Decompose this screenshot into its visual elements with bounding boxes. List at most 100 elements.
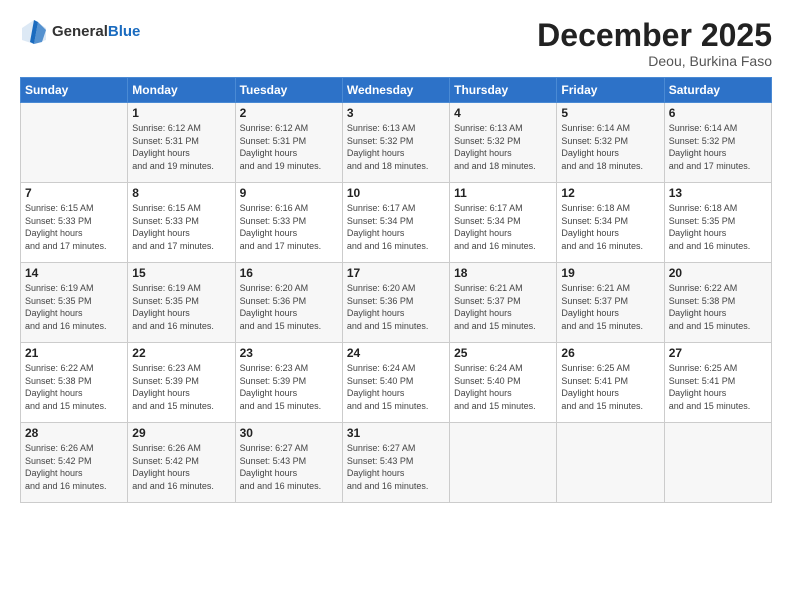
col-thursday: Thursday [450, 78, 557, 103]
calendar-cell: 16 Sunrise: 6:20 AMSunset: 5:36 PMDayligh… [235, 263, 342, 343]
day-number: 29 [132, 426, 230, 440]
calendar-cell: 13 Sunrise: 6:18 AMSunset: 5:35 PMDayligh… [664, 183, 771, 263]
day-number: 31 [347, 426, 445, 440]
day-number: 27 [669, 346, 767, 360]
col-sunday: Sunday [21, 78, 128, 103]
day-info: Sunrise: 6:25 AMSunset: 5:41 PMDaylight … [669, 362, 767, 412]
day-number: 16 [240, 266, 338, 280]
calendar-cell: 23Sunrise: 6:23 AMSunset: 5:39 PMDayligh… [235, 343, 342, 423]
day-number: 24 [347, 346, 445, 360]
day-info: Sunrise: 6:21 AMSunset: 5:37 PMDaylight … [561, 282, 659, 332]
day-number: 15 [132, 266, 230, 280]
day-info: Sunrise: 6:24 AMSunset: 5:40 PMDaylight … [347, 362, 445, 412]
calendar-cell: 18 Sunrise: 6:21 AMSunset: 5:37 PMDayligh… [450, 263, 557, 343]
day-info: Sunrise: 6:19 AMSunset: 5:35 PMDaylight … [25, 282, 123, 332]
day-number: 8 [132, 186, 230, 200]
calendar-week-5: 28 Sunrise: 6:26 AMSunset: 5:42 PMDayligh… [21, 423, 772, 503]
day-info: Sunrise: 6:14 AMSunset: 5:32 PMDaylight … [669, 122, 767, 172]
logo-blue: Blue [108, 23, 141, 40]
day-number: 18 [454, 266, 552, 280]
calendar-cell: 17Sunrise: 6:20 AMSunset: 5:36 PMDayligh… [342, 263, 449, 343]
calendar-cell: 19Sunrise: 6:21 AMSunset: 5:37 PMDayligh… [557, 263, 664, 343]
day-info: Sunrise: 6:22 AMSunset: 5:38 PMDaylight … [25, 362, 123, 412]
day-info: Sunrise: 6:23 AMSunset: 5:39 PMDaylight … [132, 362, 230, 412]
calendar-cell: 28 Sunrise: 6:26 AMSunset: 5:42 PMDayligh… [21, 423, 128, 503]
calendar-week-3: 14 Sunrise: 6:19 AMSunset: 5:35 PMDayligh… [21, 263, 772, 343]
day-number: 23 [240, 346, 338, 360]
day-number: 4 [454, 106, 552, 120]
day-info: Sunrise: 6:14 AMSunset: 5:32 PMDaylight … [561, 122, 659, 172]
header-row: Sunday Monday Tuesday Wednesday Thursday… [21, 78, 772, 103]
calendar-cell: 11 Sunrise: 6:17 AMSunset: 5:34 PMDayligh… [450, 183, 557, 263]
calendar-cell: 22 Sunrise: 6:23 AMSunset: 5:39 PMDayligh… [128, 343, 235, 423]
calendar-body: 1 Sunrise: 6:12 AMSunset: 5:31 PMDaylight… [21, 103, 772, 503]
col-saturday: Saturday [664, 78, 771, 103]
day-number: 20 [669, 266, 767, 280]
calendar-cell: 3Sunrise: 6:13 AMSunset: 5:32 PMDaylight… [342, 103, 449, 183]
day-info: Sunrise: 6:17 AMSunset: 5:34 PMDaylight … [347, 202, 445, 252]
logo-text: GeneralBlue [52, 23, 140, 40]
day-number: 25 [454, 346, 552, 360]
calendar-cell: 2 Sunrise: 6:12 AMSunset: 5:31 PMDaylight… [235, 103, 342, 183]
day-number: 3 [347, 106, 445, 120]
logo: GeneralBlue [20, 18, 140, 46]
day-number: 9 [240, 186, 338, 200]
day-info: Sunrise: 6:15 AMSunset: 5:33 PMDaylight … [25, 202, 123, 252]
col-tuesday: Tuesday [235, 78, 342, 103]
col-wednesday: Wednesday [342, 78, 449, 103]
calendar-cell: 31Sunrise: 6:27 AMSunset: 5:43 PMDayligh… [342, 423, 449, 503]
day-info: Sunrise: 6:16 AMSunset: 5:33 PMDaylight … [240, 202, 338, 252]
day-number: 1 [132, 106, 230, 120]
day-info: Sunrise: 6:13 AMSunset: 5:32 PMDaylight … [454, 122, 552, 172]
calendar-week-4: 21 Sunrise: 6:22 AMSunset: 5:38 PMDayligh… [21, 343, 772, 423]
day-info: Sunrise: 6:21 AMSunset: 5:37 PMDaylight … [454, 282, 552, 332]
day-info: Sunrise: 6:17 AMSunset: 5:34 PMDaylight … [454, 202, 552, 252]
day-number: 13 [669, 186, 767, 200]
calendar-cell: 12Sunrise: 6:18 AMSunset: 5:34 PMDayligh… [557, 183, 664, 263]
day-number: 10 [347, 186, 445, 200]
calendar-table: Sunday Monday Tuesday Wednesday Thursday… [20, 77, 772, 503]
calendar-cell: 29 Sunrise: 6:26 AMSunset: 5:42 PMDayligh… [128, 423, 235, 503]
calendar-cell: 10 Sunrise: 6:17 AMSunset: 5:34 PMDayligh… [342, 183, 449, 263]
day-info: Sunrise: 6:26 AMSunset: 5:42 PMDaylight … [132, 442, 230, 492]
day-info: Sunrise: 6:22 AMSunset: 5:38 PMDaylight … [669, 282, 767, 332]
location: Deou, Burkina Faso [537, 53, 772, 69]
day-info: Sunrise: 6:18 AMSunset: 5:35 PMDaylight … [669, 202, 767, 252]
calendar-cell: 20 Sunrise: 6:22 AMSunset: 5:38 PMDayligh… [664, 263, 771, 343]
calendar-cell: 21 Sunrise: 6:22 AMSunset: 5:38 PMDayligh… [21, 343, 128, 423]
calendar-cell: 27 Sunrise: 6:25 AMSunset: 5:41 PMDayligh… [664, 343, 771, 423]
day-info: Sunrise: 6:12 AMSunset: 5:31 PMDaylight … [240, 122, 338, 172]
calendar-cell [21, 103, 128, 183]
day-number: 30 [240, 426, 338, 440]
day-info: Sunrise: 6:15 AMSunset: 5:33 PMDaylight … [132, 202, 230, 252]
calendar-cell [557, 423, 664, 503]
day-info: Sunrise: 6:20 AMSunset: 5:36 PMDaylight … [347, 282, 445, 332]
calendar-cell: 26Sunrise: 6:25 AMSunset: 5:41 PMDayligh… [557, 343, 664, 423]
day-info: Sunrise: 6:26 AMSunset: 5:42 PMDaylight … [25, 442, 123, 492]
calendar-cell: 9 Sunrise: 6:16 AMSunset: 5:33 PMDaylight… [235, 183, 342, 263]
calendar-cell [450, 423, 557, 503]
day-number: 28 [25, 426, 123, 440]
col-monday: Monday [128, 78, 235, 103]
calendar-cell: 30Sunrise: 6:27 AMSunset: 5:43 PMDayligh… [235, 423, 342, 503]
day-number: 5 [561, 106, 659, 120]
calendar-cell: 5 Sunrise: 6:14 AMSunset: 5:32 PMDaylight… [557, 103, 664, 183]
day-number: 22 [132, 346, 230, 360]
logo-icon [20, 18, 48, 46]
day-number: 2 [240, 106, 338, 120]
day-info: Sunrise: 6:24 AMSunset: 5:40 PMDaylight … [454, 362, 552, 412]
day-number: 11 [454, 186, 552, 200]
calendar-header: Sunday Monday Tuesday Wednesday Thursday… [21, 78, 772, 103]
calendar-cell: 1Sunrise: 6:12 AMSunset: 5:31 PMDaylight… [128, 103, 235, 183]
calendar-cell: 15 Sunrise: 6:19 AMSunset: 5:35 PMDayligh… [128, 263, 235, 343]
day-number: 12 [561, 186, 659, 200]
col-friday: Friday [557, 78, 664, 103]
calendar-cell [664, 423, 771, 503]
day-number: 21 [25, 346, 123, 360]
day-info: Sunrise: 6:19 AMSunset: 5:35 PMDaylight … [132, 282, 230, 332]
calendar-cell: 8 Sunrise: 6:15 AMSunset: 5:33 PMDaylight… [128, 183, 235, 263]
day-number: 6 [669, 106, 767, 120]
day-info: Sunrise: 6:20 AMSunset: 5:36 PMDaylight … [240, 282, 338, 332]
day-number: 14 [25, 266, 123, 280]
header: GeneralBlue December 2025 Deou, Burkina … [20, 18, 772, 69]
